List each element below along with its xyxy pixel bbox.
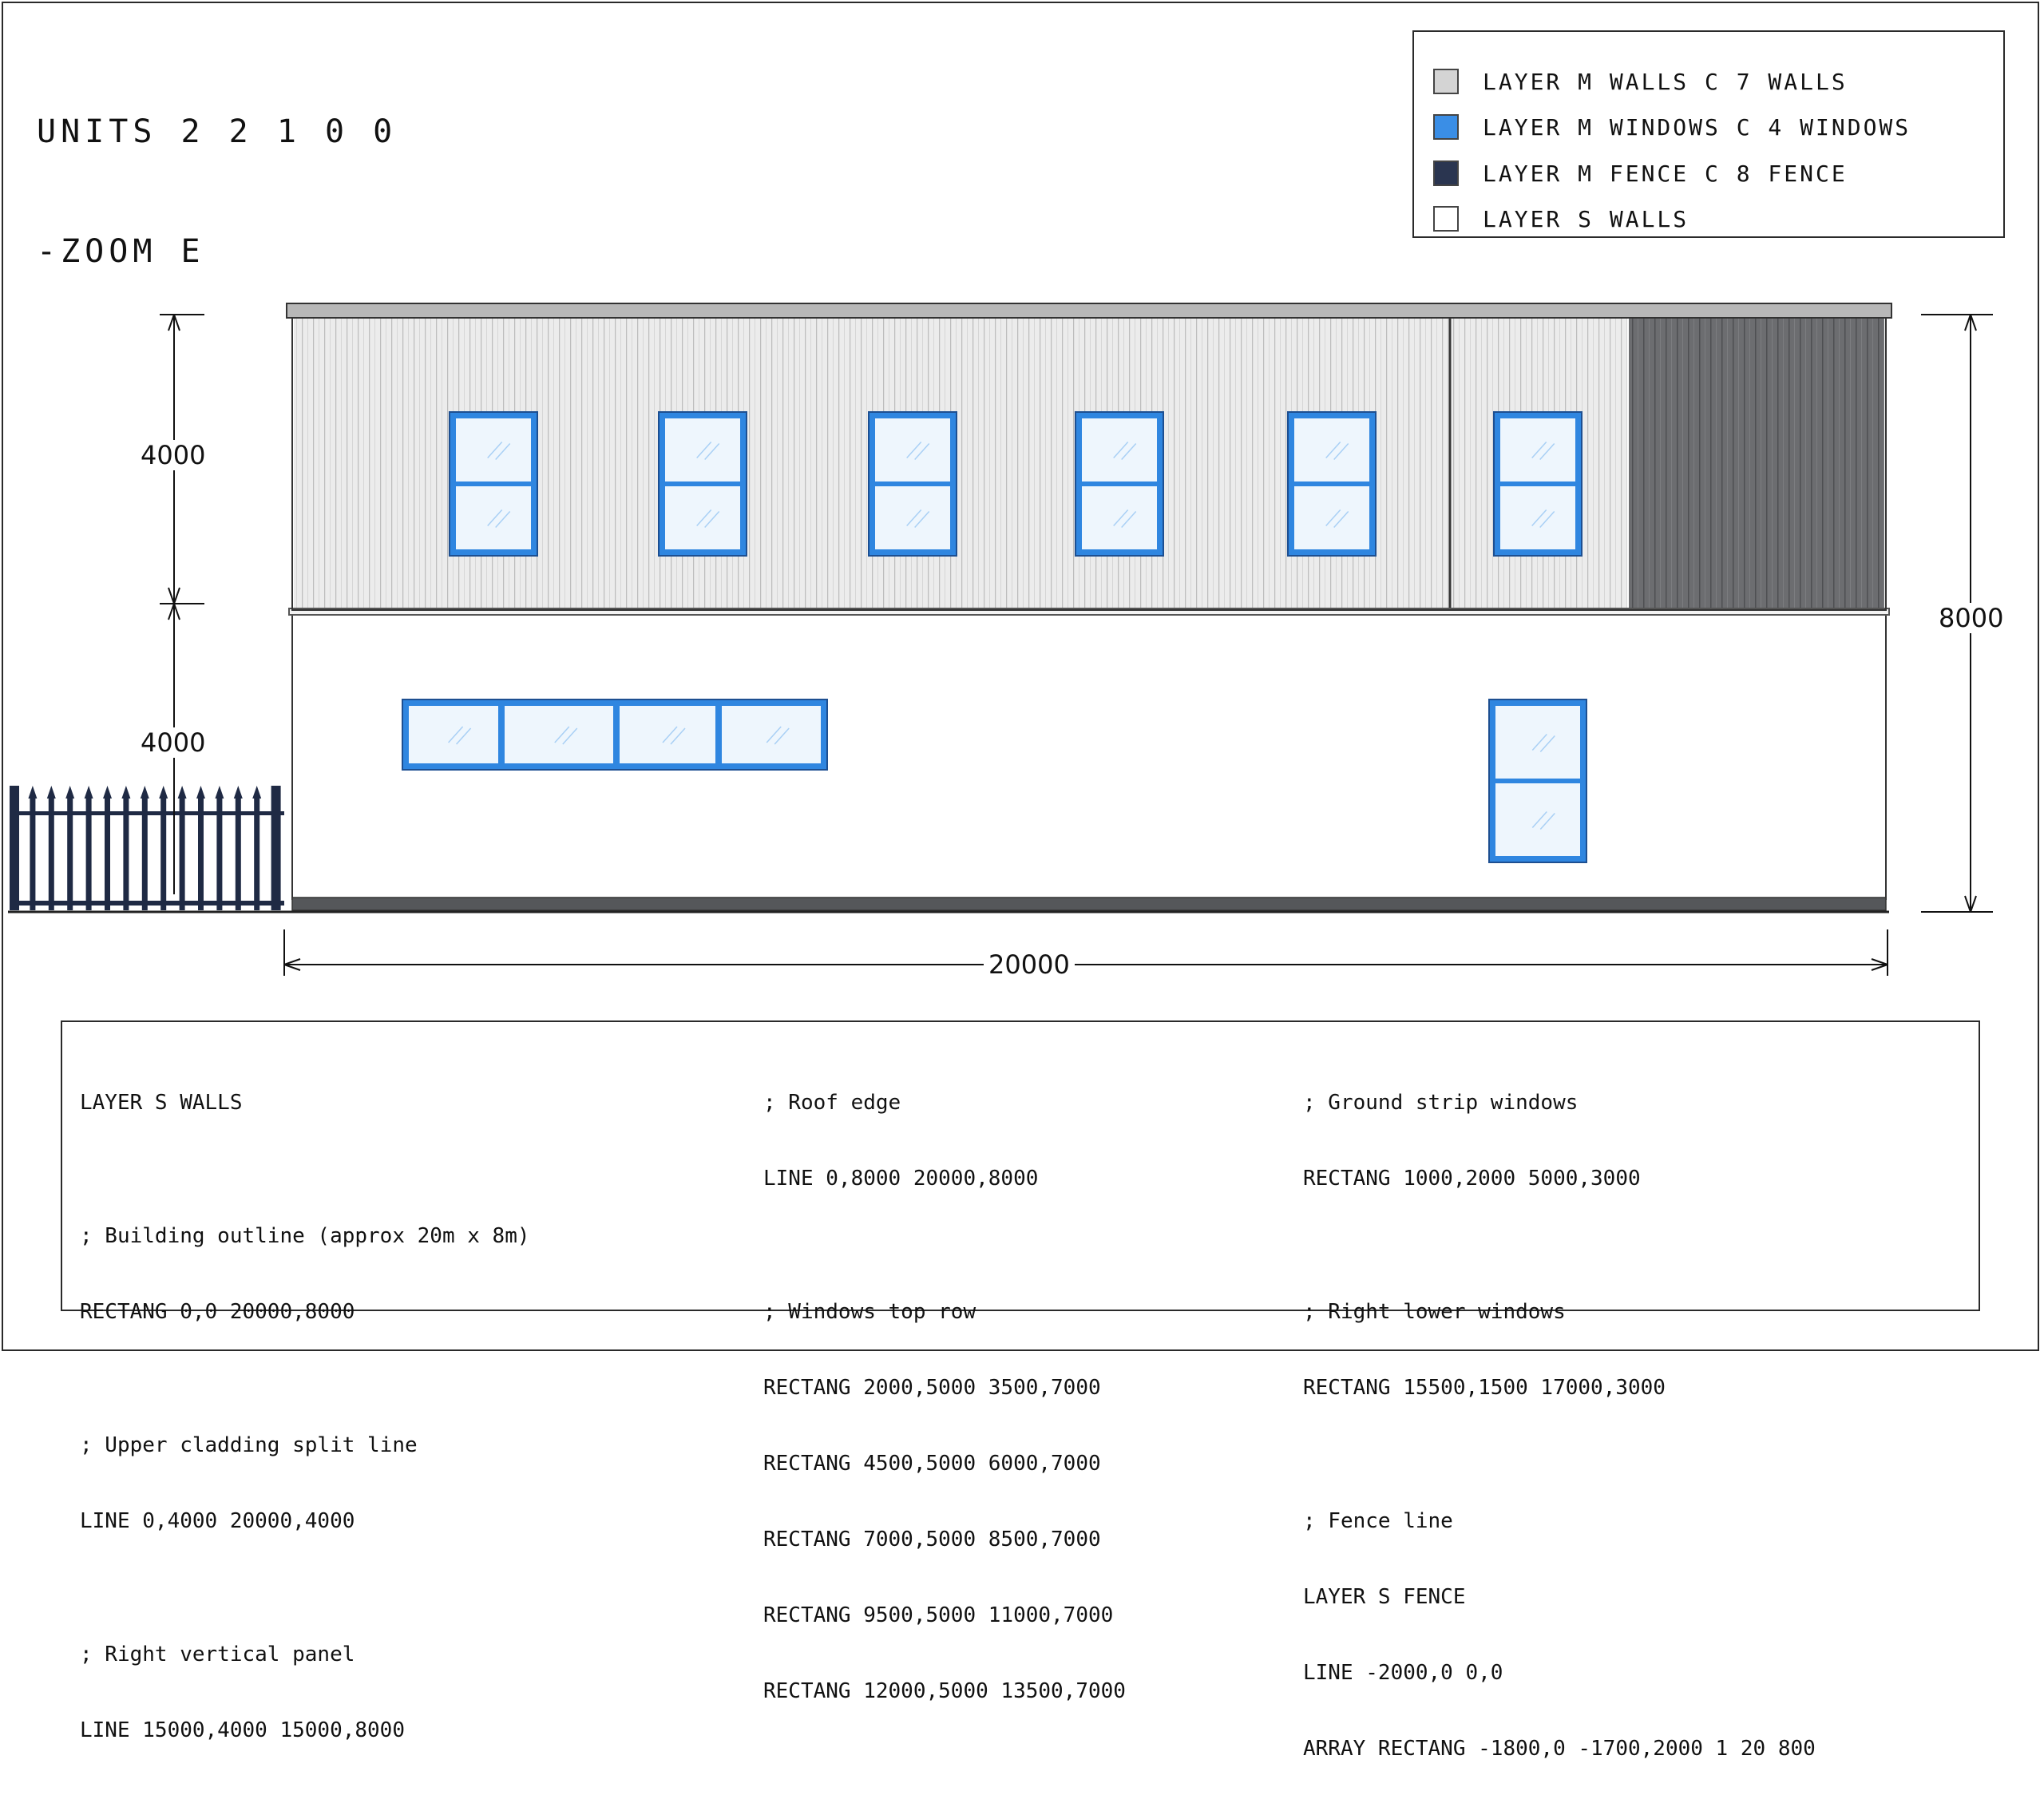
legend-label: LAYER S WALLS [1483, 205, 1689, 232]
total-height-label: 8000 [1934, 603, 2009, 633]
fence-picket-tip [28, 786, 38, 799]
code-line: ; Roof edge [763, 1091, 901, 1115]
fence-picket-tip [103, 786, 112, 799]
code-line: ; Right vertical panel [80, 1643, 355, 1666]
roof-edge [286, 303, 1892, 319]
window-pane [665, 418, 740, 481]
fence-rail [10, 811, 284, 815]
legend-label: LAYER M WALLS C 7 WALLS [1483, 68, 1848, 95]
dark-panel [1629, 318, 1884, 610]
command-panel: LAYER S WALLS ; Building outline (approx… [61, 1020, 1980, 1761]
legend-label: LAYER M WINDOWS C 4 WINDOWS [1483, 113, 1911, 141]
legend-label: LAYER M FENCE C 8 FENCE [1483, 160, 1848, 187]
code-line: ; Fence line [1303, 1509, 1453, 1533]
window-top-row [1287, 411, 1377, 557]
code-line: RECTANG 7000,5000 8500,7000 [763, 1528, 1101, 1551]
units-command: UNITS 2 2 1 0 0 -ZOOM E [37, 32, 397, 311]
code-line: RECTANG 1000,2000 5000,3000 [1303, 1167, 1641, 1191]
windows-swatch [1433, 114, 1459, 140]
window-pane [456, 486, 531, 549]
window-top-row [1075, 411, 1164, 557]
fence-picket-tip [84, 786, 93, 799]
window-pane [456, 418, 531, 481]
fence-swatch [1433, 160, 1459, 186]
code-line: RECTANG 9500,5000 11000,7000 [763, 1603, 1114, 1627]
window-pane [1294, 486, 1369, 549]
window-pane [875, 418, 950, 481]
fence-picket-tip [252, 786, 262, 799]
window-top-row [868, 411, 957, 557]
fence [10, 786, 284, 910]
base-strip [291, 897, 1887, 911]
fence-picket-tip [159, 786, 168, 799]
command-column-1: LAYER S WALLS ; Building outline (approx… [80, 1041, 530, 1793]
legend-item-windows: LAYER M WINDOWS C 4 WINDOWS [1433, 111, 1911, 143]
command-column-3: ; Ground strip windows RECTANG 1000,2000… [1303, 1041, 1816, 1811]
window-ground-strip [402, 699, 828, 771]
fence-picket-tip [177, 786, 187, 799]
window-pane [620, 706, 715, 763]
legend-item-fence: LAYER M FENCE C 8 FENCE [1433, 157, 1848, 189]
window-right-lower [1488, 699, 1587, 863]
window-pane [1294, 418, 1369, 481]
code-line: RECTANG 2000,5000 3500,7000 [763, 1376, 1101, 1400]
lower-height-label: 4000 [136, 727, 211, 758]
window-pane [722, 706, 821, 763]
fence-rail [10, 901, 284, 906]
fence-picket-tip [215, 786, 224, 799]
units-line: UNITS 2 2 1 0 0 [37, 113, 398, 150]
zoom-line: -ZOOM E [37, 233, 205, 270]
upper-height-label: 4000 [136, 440, 211, 470]
code-line: ; Upper cladding split line [80, 1433, 418, 1457]
window-pane [1500, 486, 1575, 549]
fence-post [271, 786, 281, 910]
code-line: RECTANG 15500,1500 17000,3000 [1303, 1376, 1666, 1400]
total-width-label: 20000 [984, 949, 1075, 980]
code-line: LAYER S WALLS [80, 1091, 243, 1115]
window-pane [1495, 706, 1580, 779]
legend-item-s-walls: LAYER S WALLS [1433, 203, 1689, 235]
code-line: ARRAY RECTANG -1800,0 -1700,2000 1 20 80… [1303, 1737, 1816, 1761]
code-line: ; Windows top row [763, 1300, 976, 1324]
code-line: RECTANG 12000,5000 13500,7000 [763, 1679, 1126, 1703]
window-pane [665, 486, 740, 549]
command-column-2: ; Roof edge LINE 0,8000 20000,8000 ; Win… [763, 1041, 1126, 1754]
window-pane [1082, 418, 1157, 481]
window-pane [409, 706, 498, 763]
window-top-row [449, 411, 538, 557]
code-line: LINE -2000,0 0,0 [1303, 1661, 1503, 1685]
fence-picket-tip [233, 786, 243, 799]
layer-legend: LAYER M WALLS C 7 WALLS LAYER M WINDOWS … [1412, 30, 2005, 238]
window-top-row [1493, 411, 1583, 557]
code-line: RECTANG 0,0 20000,8000 [80, 1300, 355, 1324]
window-pane [1082, 486, 1157, 549]
fence-picket-tip [140, 786, 149, 799]
fence-picket-tip [196, 786, 205, 799]
window-pane [875, 486, 950, 549]
building [8, 303, 1892, 913]
walls-swatch [1433, 69, 1459, 94]
window-pane [1495, 783, 1580, 856]
code-line: ; Right lower windows [1303, 1300, 1566, 1324]
fence-post [10, 786, 19, 910]
fence-picket-tip [121, 786, 131, 799]
code-line: LINE 0,8000 20000,8000 [763, 1167, 1039, 1191]
code-line: LAYER S FENCE [1303, 1585, 1466, 1609]
legend-item-walls: LAYER M WALLS C 7 WALLS [1433, 65, 1848, 97]
window-pane [1500, 418, 1575, 481]
code-line: RECTANG 4500,5000 6000,7000 [763, 1452, 1101, 1476]
window-pane [505, 706, 613, 763]
code-line: LINE 15000,4000 15000,8000 [80, 1718, 405, 1742]
code-line: LINE 0,4000 20000,4000 [80, 1509, 355, 1533]
s-walls-swatch [1433, 206, 1459, 232]
code-line: ; Ground strip windows [1303, 1091, 1579, 1115]
window-top-row [658, 411, 747, 557]
fence-picket-tip [46, 786, 56, 799]
code-line: ; Building outline (approx 20m x 8m) [80, 1224, 530, 1248]
fence-picket-tip [65, 786, 75, 799]
